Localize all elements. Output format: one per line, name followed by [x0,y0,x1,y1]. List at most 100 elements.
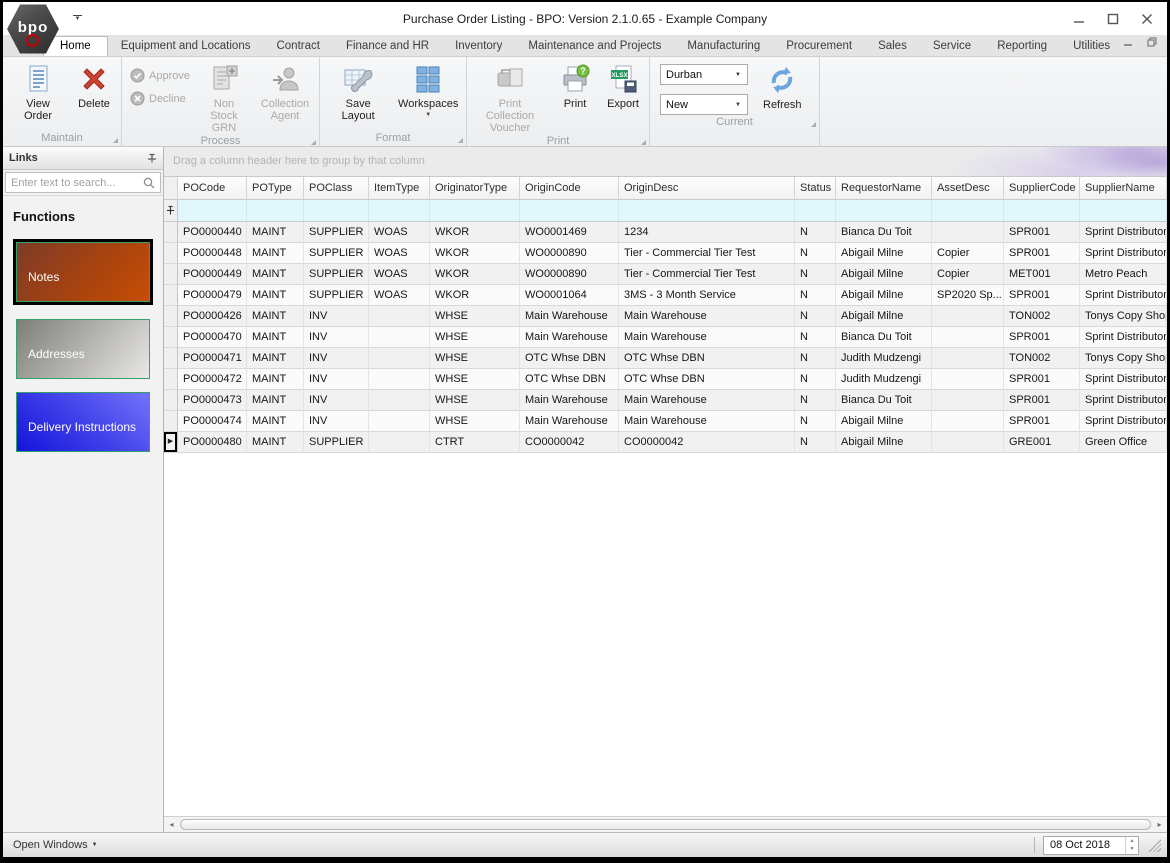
table-row[interactable]: PO0000449 MAINT SUPPLIER WOAS WKOR WO000… [164,264,1167,285]
statusbar-separator [1034,837,1035,853]
table-row[interactable]: PO0000471 MAINT INV WHSE OTC Whse DBN OT… [164,348,1167,369]
mdi-restore-icon[interactable] [1147,34,1157,52]
filter-cell[interactable] [836,200,932,222]
cell-origindesc: Main Warehouse [619,327,795,348]
approve-button[interactable]: Approve [130,68,190,83]
close-button[interactable] [1141,13,1153,25]
scrollbar-thumb[interactable] [180,819,1151,830]
cell-itemtype [369,327,430,348]
view-order-icon [22,63,54,95]
filter-cell[interactable] [795,200,836,222]
filter-cell[interactable] [1080,200,1167,222]
filter-cell[interactable] [178,200,247,222]
cell-origincode: WO0000890 [520,243,619,264]
date-spin-up[interactable]: ▲ [1126,837,1138,846]
filter-cell[interactable] [619,200,795,222]
minimize-button[interactable] [1073,13,1085,25]
ribbon-tab[interactable]: Utilities [1060,37,1123,56]
ribbon-tab[interactable]: Contract [263,37,332,56]
row-indicator-cell [164,222,178,243]
non-stock-grn-button[interactable]: Non Stock GRN [196,60,252,134]
resize-grip[interactable] [1147,838,1161,852]
table-row[interactable]: PO0000479 MAINT SUPPLIER WOAS WKOR WO000… [164,285,1167,306]
table-row[interactable]: PO0000426 MAINT INV WHSE Main Warehouse … [164,306,1167,327]
column-header[interactable]: POClass [304,177,369,200]
horizontal-scrollbar[interactable]: ◂ ▸ [164,816,1167,832]
table-row[interactable]: PO0000474 MAINT INV WHSE Main Warehouse … [164,411,1167,432]
pin-icon[interactable] [146,153,157,164]
table-row[interactable]: PO0000470 MAINT INV WHSE Main Warehouse … [164,327,1167,348]
column-header[interactable]: POCode [178,177,247,200]
column-header[interactable]: RequestorName [836,177,932,200]
dialog-launcher[interactable] [113,138,118,143]
save-layout-button[interactable]: Save Layout [324,60,392,122]
ribbon-tab[interactable]: Finance and HR [333,37,442,56]
ribbon-tab[interactable]: Manufacturing [674,37,773,56]
group-by-panel[interactable]: Drag a column header here to group by th… [164,147,1167,177]
column-header[interactable]: OriginDesc [619,177,795,200]
cell-status: N [795,390,836,411]
dialog-launcher[interactable] [458,138,463,143]
status-select[interactable]: New▼ [660,94,748,115]
mdi-minimize-icon[interactable] [1123,34,1133,52]
cell-itemtype [369,348,430,369]
ribbon-tab[interactable]: Equipment and Locations [108,37,264,56]
column-header[interactable]: OriginCode [520,177,619,200]
filter-cell[interactable] [247,200,304,222]
table-row[interactable]: ▶ PO0000480 MAINT SUPPLIER CTRT CO000004… [164,432,1167,453]
column-header[interactable]: SupplierCode [1004,177,1080,200]
table-row[interactable]: PO0000448 MAINT SUPPLIER WOAS WKOR WO000… [164,243,1167,264]
filter-cell[interactable] [369,200,430,222]
table-row[interactable]: PO0000472 MAINT INV WHSE OTC Whse DBN OT… [164,369,1167,390]
filter-cell[interactable] [520,200,619,222]
refresh-button[interactable]: Refresh [758,61,807,115]
workspaces-button[interactable]: Workspaces ▼ [394,60,462,118]
table-row[interactable]: PO0000473 MAINT INV WHSE Main Warehouse … [164,390,1167,411]
export-button[interactable]: XLSX Export [600,60,646,110]
scroll-right-arrow[interactable]: ▸ [1152,820,1167,829]
filter-cell[interactable] [1004,200,1080,222]
dialog-launcher[interactable] [811,122,816,127]
site-select[interactable]: Durban▼ [660,64,748,85]
cell-originatortype: WKOR [430,243,520,264]
date-spin-down[interactable]: ▼ [1126,845,1138,854]
maximize-button[interactable] [1107,13,1119,25]
date-editor[interactable]: 08 Oct 2018 ▲ ▼ [1043,836,1139,855]
dialog-launcher[interactable] [641,140,646,145]
ribbon-tab[interactable]: Inventory [442,37,515,56]
cell-poclass: SUPPLIER [304,222,369,243]
search-input[interactable] [5,172,161,193]
dialog-launcher[interactable] [311,140,316,145]
addresses-button[interactable]: Addresses [16,319,150,379]
open-windows-button[interactable]: Open Windows▼ [13,839,98,851]
decline-button[interactable]: Decline [130,91,190,106]
filter-cell[interactable] [932,200,1004,222]
print-collection-voucher-button[interactable]: Print Collection Voucher [470,60,550,134]
column-header[interactable]: AssetDesc [932,177,1004,200]
cell-origindesc: Main Warehouse [619,411,795,432]
column-header[interactable]: POType [247,177,304,200]
column-header[interactable]: ItemType [369,177,430,200]
collection-agent-button[interactable]: Collection Agent [254,60,316,122]
scroll-left-arrow[interactable]: ◂ [164,820,179,829]
search-icon [143,177,156,190]
filter-cell[interactable] [430,200,520,222]
delete-button[interactable]: Delete [71,60,117,110]
column-header[interactable]: Status [795,177,836,200]
ribbon-tab[interactable]: Reporting [984,37,1060,56]
cell-suppliername: Sprint Distributors [1080,327,1167,348]
print-button[interactable]: ? Print [552,60,598,110]
notes-button[interactable]: Notes [16,242,150,302]
table-row[interactable]: PO0000440 MAINT SUPPLIER WOAS WKOR WO000… [164,222,1167,243]
ribbon-tab[interactable]: Procurement [773,37,865,56]
logo-text: bpo [18,19,49,36]
column-header[interactable]: OriginatorType [430,177,520,200]
delivery-instructions-button[interactable]: Delivery Instructions [16,392,150,452]
ribbon-tab[interactable]: Service [920,37,984,56]
ribbon-tab[interactable]: Maintenance and Projects [515,37,674,56]
view-order-button[interactable]: View Order [7,60,69,122]
ribbon-tab[interactable]: Sales [865,37,920,56]
cell-poclass: SUPPLIER [304,243,369,264]
filter-cell[interactable] [304,200,369,222]
column-header[interactable]: SupplierName [1080,177,1167,200]
